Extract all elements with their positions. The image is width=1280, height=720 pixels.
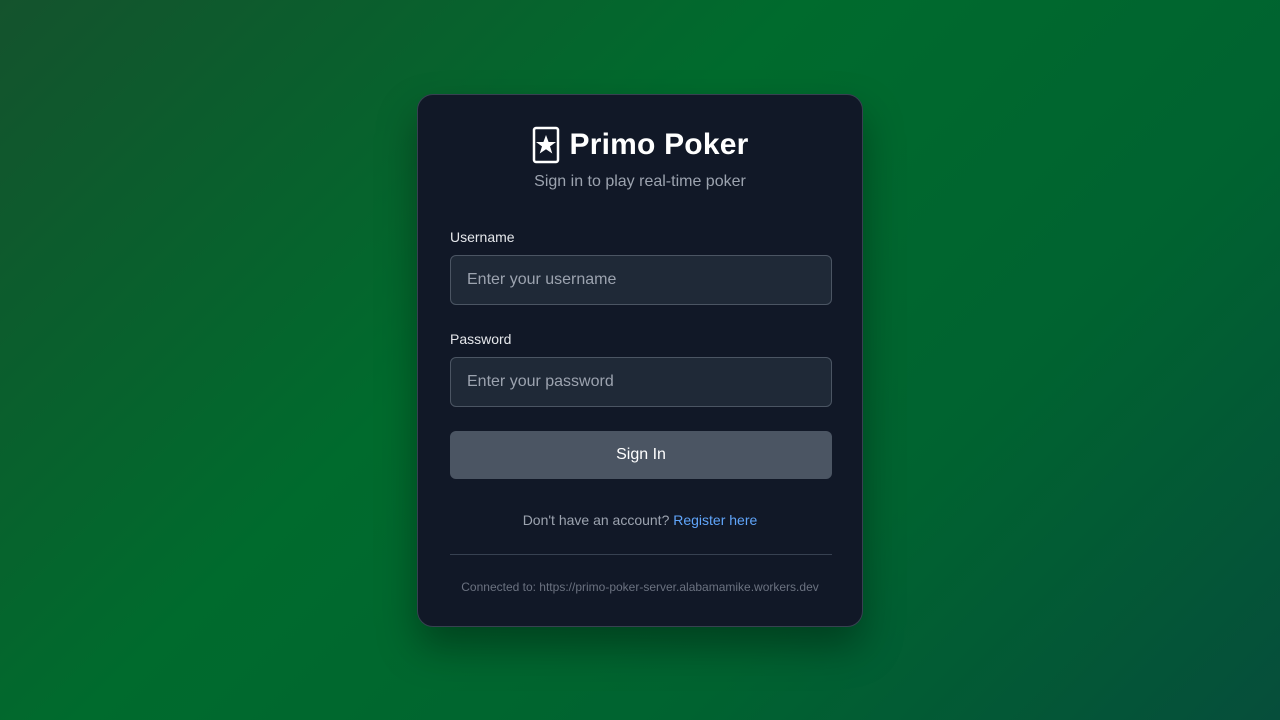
app-title: Primo Poker [569, 128, 749, 161]
register-link[interactable]: Register here [673, 512, 757, 528]
divider [450, 554, 832, 555]
username-label: Username [450, 229, 515, 245]
card-star-icon [532, 126, 560, 164]
brand-header: Primo Poker [418, 125, 862, 165]
connection-status: Connected to: https://primo-poker-server… [461, 580, 819, 594]
sign-in-button[interactable]: Sign In [450, 431, 832, 479]
password-input[interactable] [450, 357, 832, 407]
username-input[interactable] [450, 255, 832, 305]
password-label: Password [450, 331, 512, 347]
register-row: Don't have an account? Register here [418, 512, 862, 528]
app-subtitle: Sign in to play real-time poker [534, 173, 746, 190]
login-card: Primo Poker Sign in to play real-time po… [417, 94, 863, 627]
register-prompt: Don't have an account? [522, 512, 670, 528]
